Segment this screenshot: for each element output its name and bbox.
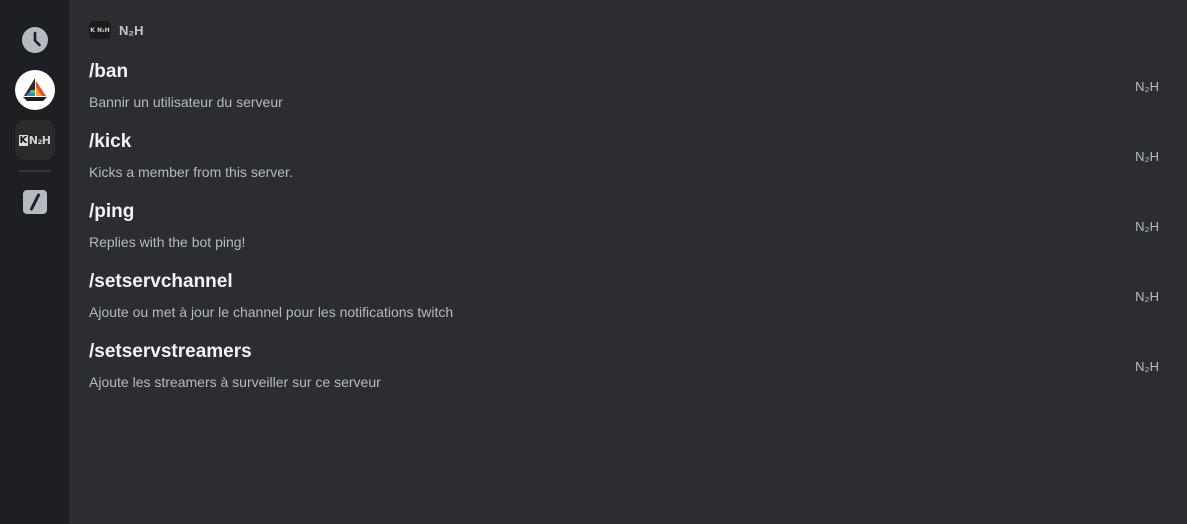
command-item-ban[interactable]: /ban Bannir un utilisateur du serveur N₂… [89, 61, 1167, 121]
clock-icon [21, 27, 48, 53]
n2h-logo: K N₂H [18, 133, 51, 147]
recent-button[interactable] [15, 20, 55, 60]
n2h-section-icon: K N₂H [89, 21, 111, 39]
midjourney-app-button[interactable] [14, 70, 55, 110]
command-source: N₂H [1135, 289, 1159, 304]
sailboat-logo-icon [22, 78, 47, 101]
slash-commands-button[interactable] [15, 182, 55, 222]
command-list-panel: K N₂H N₂H /ban Bannir un utilisateur du … [69, 0, 1187, 524]
command-item-setservchannel[interactable]: /setservchannel Ajoute ou met à jour le … [89, 271, 1167, 331]
command-source: N₂H [1135, 219, 1159, 234]
command-source: N₂H [1135, 359, 1159, 374]
command-name: /kick [89, 131, 132, 152]
n2h-logo-k: K [18, 134, 28, 146]
command-description: Replies with the bot ping! [89, 234, 246, 250]
command-name: /setservchannel [89, 271, 233, 292]
slash-icon [22, 190, 47, 214]
command-name: /setservstreamers [89, 341, 252, 362]
command-item-setservstreamers[interactable]: /setservstreamers Ajoute les streamers à… [89, 341, 1167, 401]
section-header: K N₂H N₂H [89, 20, 144, 40]
command-item-ping[interactable]: /ping Replies with the bot ping! N₂H [89, 201, 1167, 261]
command-description: Bannir un utilisateur du serveur [89, 94, 283, 110]
command-source: N₂H [1135, 79, 1159, 94]
command-picker: K N₂H K N₂H N₂H /ban Bannir un utilisateu… [0, 0, 1187, 524]
rail-divider [18, 170, 51, 172]
command-description: Ajoute ou met à jour le channel pour les… [89, 304, 454, 320]
command-source: N₂H [1135, 149, 1159, 164]
n2h-app-button[interactable]: K N₂H [14, 120, 55, 160]
command-description: Kicks a member from this server. [89, 164, 293, 180]
command-item-kick[interactable]: /kick Kicks a member from this server. N… [89, 131, 1167, 191]
command-name: /ping [89, 201, 135, 222]
app-rail: K N₂H [0, 0, 69, 524]
command-name: /ban [89, 61, 129, 82]
n2h-logo-label: N₂H [28, 133, 51, 147]
command-description: Ajoute les streamers à surveiller sur ce… [89, 374, 381, 390]
section-title: N₂H [119, 22, 144, 38]
